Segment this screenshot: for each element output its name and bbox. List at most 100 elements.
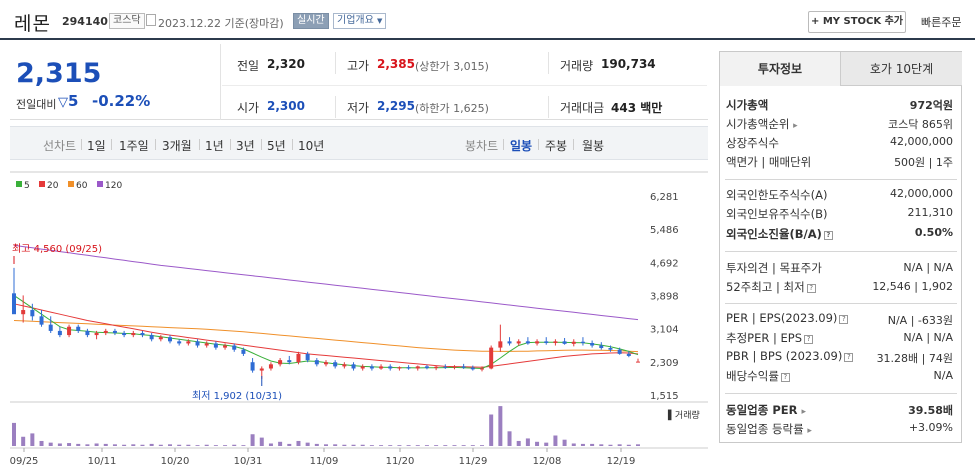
divider [725,179,957,180]
div-label: 배당수익률 [726,369,779,383]
volume-bar [489,414,494,446]
high-label: 고가 [347,59,370,73]
arrow-right-icon: ▸ [793,121,798,131]
candle-body [12,293,16,315]
quick-order-link[interactable]: 빠른주문 [921,14,961,30]
volume-bar [434,445,439,446]
sector-per[interactable]: 동일업종 PER ▸ [726,402,806,418]
period-1y[interactable]: 1년 [205,137,224,154]
x-tick-label: 10/20 [161,456,190,467]
period-5y[interactable]: 5년 [267,137,286,154]
candle-body [553,341,558,344]
volume-bar [406,445,411,446]
par-label: 액면가 | 매매단위 [726,155,812,169]
divider [222,85,707,86]
tab-orderbook[interactable]: 호가 10단계 [841,52,962,86]
period-monthly[interactable]: 월봉 [582,137,604,154]
volume-bar [553,435,558,446]
volume-bar [507,431,512,446]
candle-body [379,366,384,369]
sector-change[interactable]: 동일업종 등락률 ▸ [726,421,812,437]
candle-body [67,326,72,336]
volume-bar [544,442,549,446]
candle-body [149,335,154,340]
help-icon[interactable]: ? [823,231,833,240]
candle-body [369,366,374,369]
candle-body [626,353,631,356]
sector-chg-value: +3.09% [908,421,953,434]
y-tick-label: 1,515 [650,391,679,402]
volume-bar [516,440,521,446]
volume-bar [424,445,429,446]
x-tick-label: 11/20 [386,456,415,467]
period-1w[interactable]: 1주일 [119,137,149,154]
help-icon[interactable]: ? [844,353,854,362]
candle-body [204,343,209,346]
down-triangle-icon: ▽ [58,95,68,110]
candle-body [452,366,457,368]
est-per-eps: 추정PER | EPS? [726,330,814,346]
est-value: N/A | N/A [903,331,953,344]
divider [548,96,549,118]
high-value: 2,385 [377,57,415,71]
volume-bar [287,443,292,446]
ma60-line [13,320,639,353]
div-value: N/A [933,369,953,382]
quote-date: 2023.12.22 기준(장마감) [158,17,284,30]
tab-invest-info[interactable]: 투자정보 [720,52,841,86]
period-3m[interactable]: 3개월 [162,137,192,154]
arrow-right-icon: ▸ [801,407,807,417]
volume-bar [397,445,402,446]
realtime-button[interactable]: 실시간 [293,13,329,29]
x-tick-label: 10/11 [88,456,117,467]
candle-body [535,341,540,344]
candle-body [324,362,328,365]
divider [111,139,112,150]
period-daily[interactable]: 일봉 [510,137,532,154]
chart-toolbar: 선차트 1일 1주일 3개월 1년 3년 5년 10년 봉차트 일봉 주봉 월봉 [10,126,708,160]
candle-body [30,310,35,317]
volume-bar [562,439,567,446]
volume-bar [443,445,448,446]
volume-bar [590,443,595,446]
volume-bar [369,445,374,446]
line-chart-label[interactable]: 선차트 [43,137,76,154]
help-icon[interactable]: ? [806,284,816,293]
volume-bar [241,445,246,446]
change-label: 전일대비 [16,98,57,111]
candle-chart-label[interactable]: 봉차트 [465,137,498,154]
volume-bar [103,443,108,446]
legend-label: 5 [24,181,30,191]
price-chart[interactable]: 5 20 60 120 6,281 5,486 4,692 3,898 3,104 2,309 1,… [10,170,708,470]
candle-body [388,366,393,369]
help-icon[interactable]: ? [804,335,814,344]
volume-bar [480,445,484,446]
period-3y[interactable]: 3년 [236,137,255,154]
candle-body [360,366,365,369]
period-weekly[interactable]: 주봉 [545,137,567,154]
per-label: PER | EPS(2023.09) [726,311,838,325]
candle-body [507,341,512,344]
pbr-label: PBR | BPS (2023.09) [726,349,843,363]
pbr-value: 31.28배 | 74원 [876,352,953,365]
plus-icon: + [810,16,823,27]
mystock-add-button[interactable]: + MY STOCK 추가 [808,11,906,33]
par-value: 500원 | 1주 [894,156,953,169]
volume-bar [360,444,365,446]
volume-bar [67,443,72,446]
foreign-hold-value: 211,310 [907,206,954,219]
x-tick-label: 12/19 [607,456,636,467]
volume-bar [608,444,613,446]
divider [261,139,262,150]
corp-overview-button[interactable]: 기업개요 ▼ [333,13,387,29]
foreign-ratio: 외국인소진율(B/A)? [726,226,833,242]
legend-swatch [68,181,74,187]
period-10y[interactable]: 10년 [298,137,324,154]
volume-bar [21,436,26,446]
candle-body [85,330,90,336]
candle-body [314,360,319,365]
candle-body [186,341,191,344]
period-1d[interactable]: 1일 [87,137,106,154]
help-icon[interactable]: ? [780,373,790,382]
help-icon[interactable]: ? [839,315,849,324]
